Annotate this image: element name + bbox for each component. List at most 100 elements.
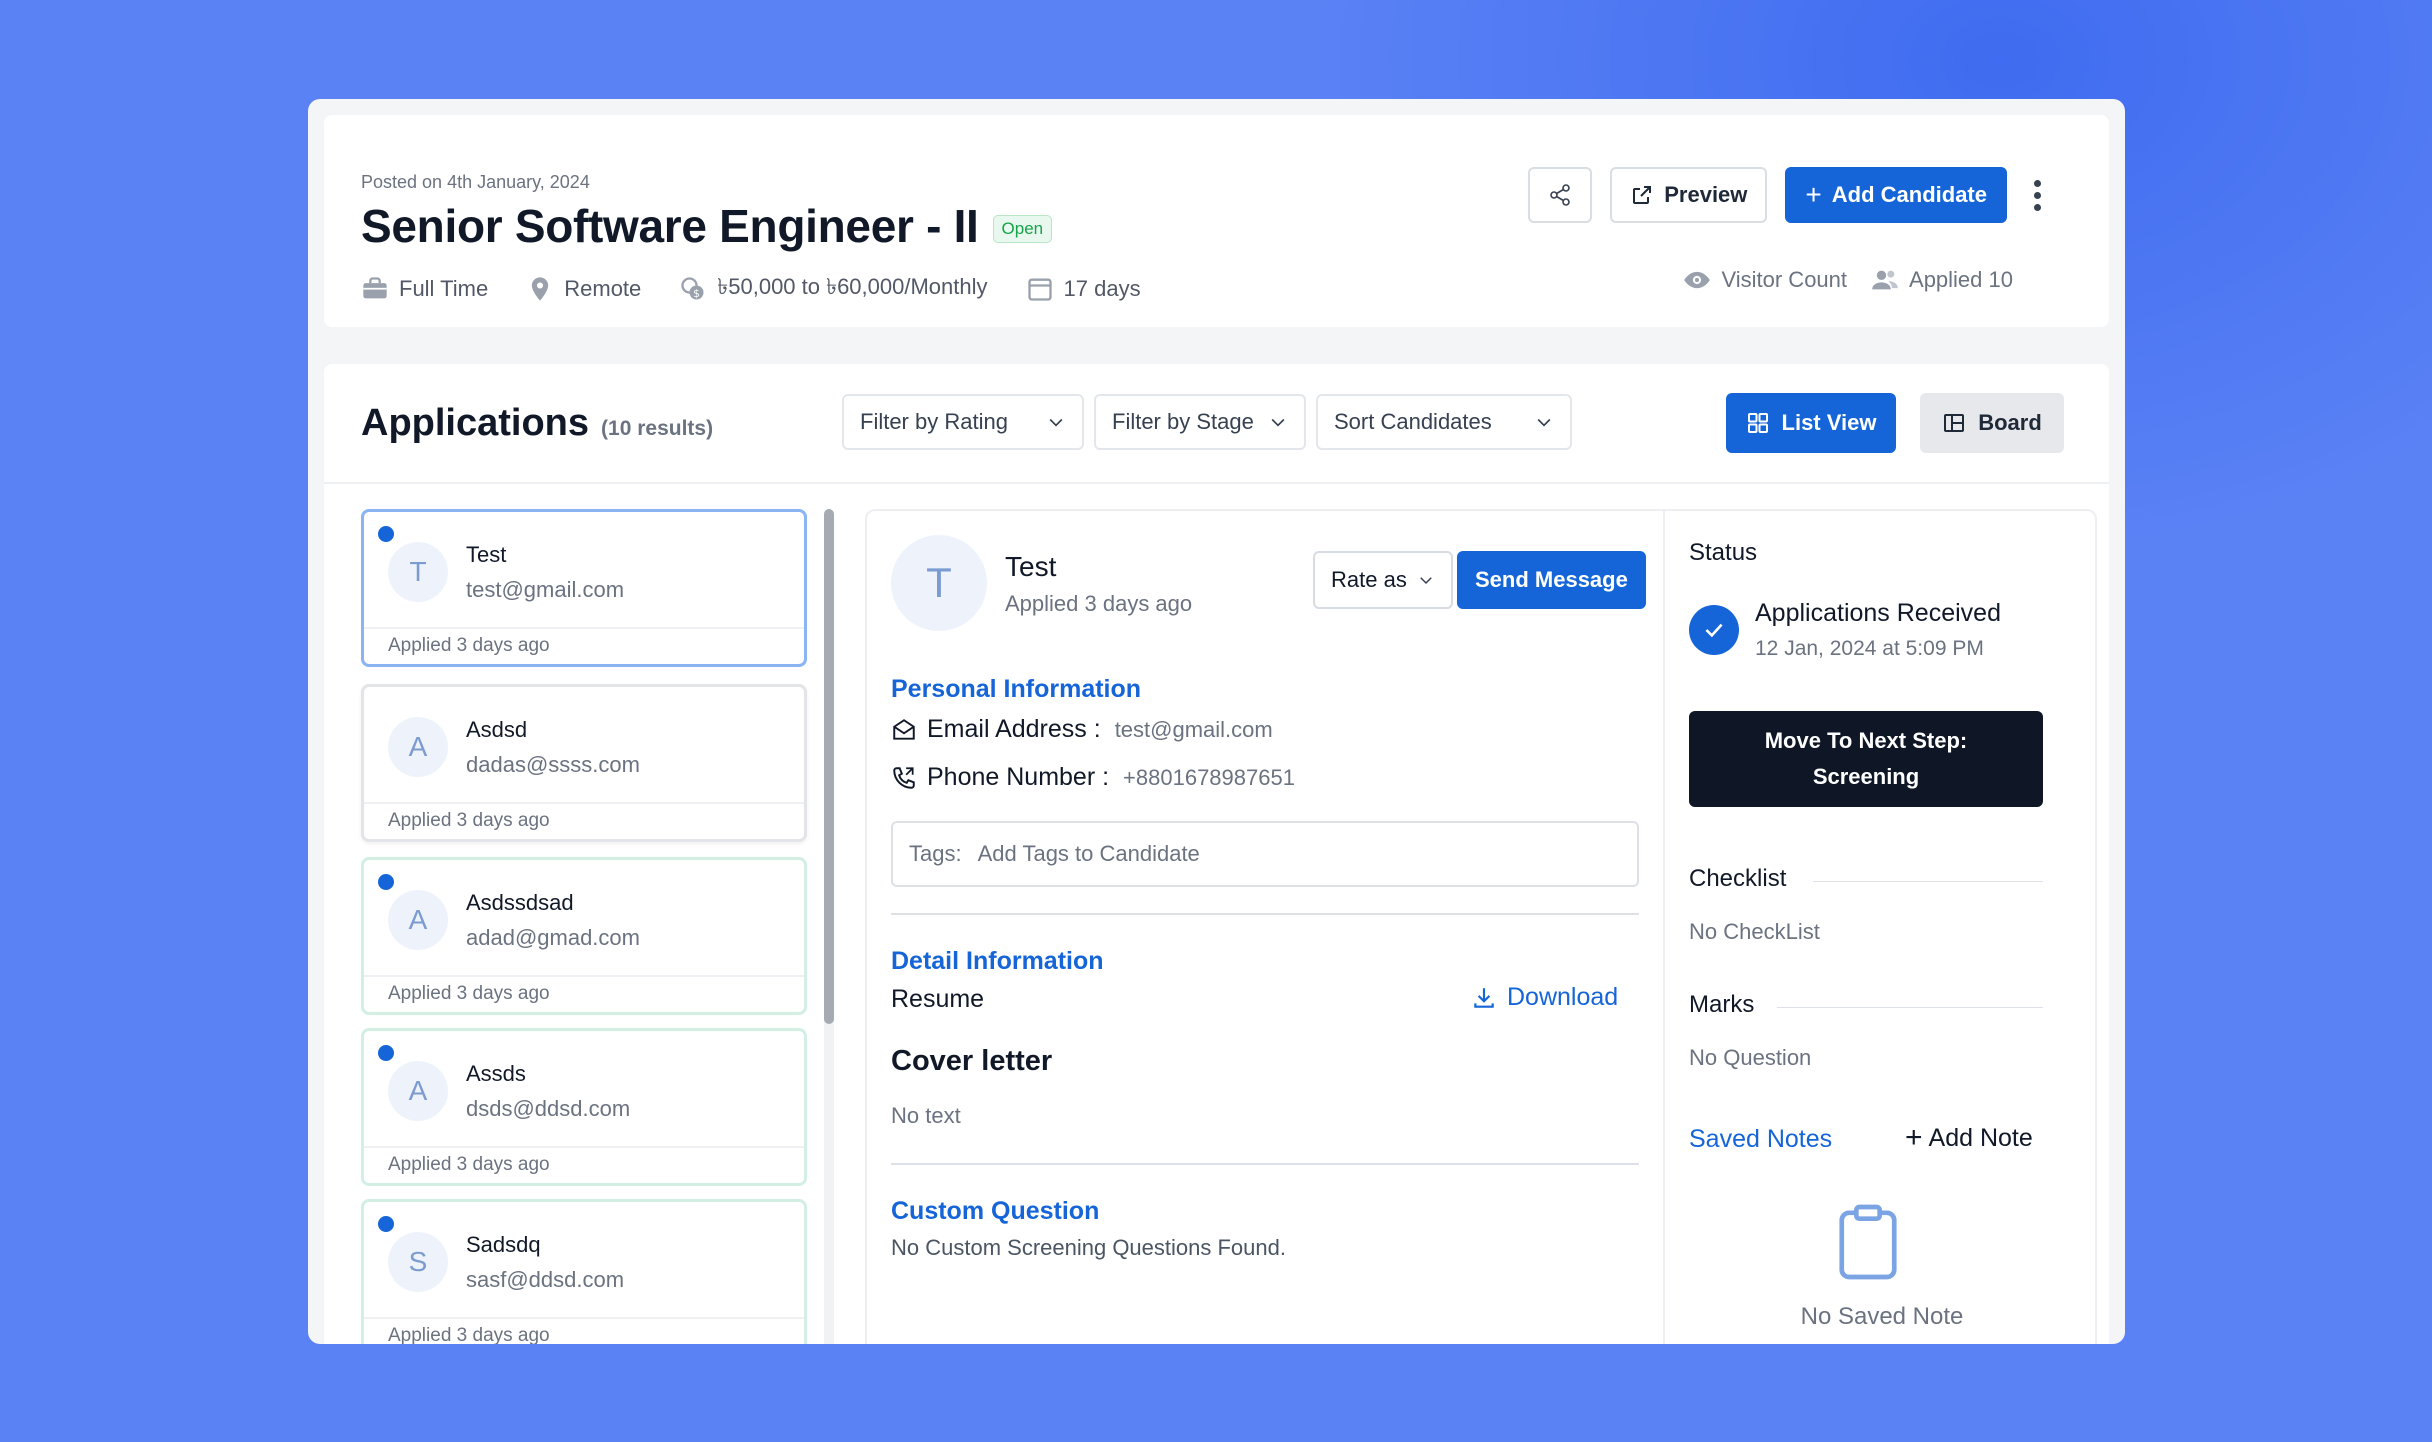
candidate-applied: Applied 3 days ago — [388, 1325, 550, 1344]
download-resume-link[interactable]: Download — [1471, 983, 1618, 1012]
send-message-button[interactable]: Send Message — [1457, 551, 1646, 609]
candidate-avatar: T — [891, 535, 987, 631]
marks-label: Marks — [1689, 991, 1755, 1018]
preview-button[interactable]: Preview — [1610, 167, 1768, 223]
candidate-name: Assds — [466, 1061, 526, 1086]
location-pin-icon — [532, 276, 549, 301]
phone-row: Phone Number : +8801678987651 — [891, 763, 1295, 792]
share-icon — [1550, 184, 1571, 206]
rate-as-dropdown[interactable]: Rate as — [1313, 551, 1453, 609]
tags-label: Tags: — [909, 841, 962, 866]
stage-time: 12 Jan, 2024 at 5:09 PM — [1755, 637, 1984, 660]
candidate-name: Test — [466, 542, 507, 567]
applications-panel: Applications (10 results) Filter by Rati… — [324, 364, 2109, 1344]
applications-title: Applications — [361, 402, 590, 444]
avatar: S — [388, 1232, 448, 1292]
job-meta: Full Time Remote $ ৳50,000 to ৳60,000/Mo… — [361, 270, 1179, 307]
candidate-card[interactable]: A Assds dsds@ddsd.com Applied 3 days ago — [361, 1028, 807, 1186]
calendar-icon — [1027, 278, 1052, 301]
filter-rating-select[interactable]: Filter by Rating — [842, 394, 1084, 450]
job-type: Full Time — [361, 275, 488, 303]
divider — [891, 1163, 1639, 1165]
divider — [1777, 1007, 2043, 1008]
phone-icon — [893, 766, 915, 789]
candidate-applied: Applied 3 days ago — [388, 983, 550, 1004]
avatar: T — [388, 542, 448, 602]
candidate-name: Sadsdq — [466, 1232, 541, 1257]
board-view-button[interactable]: Board — [1920, 393, 2064, 453]
email-row: Email Address : test@gmail.com — [891, 715, 1273, 744]
candidate-detail: T Test Applied 3 days ago Rate as Send M… — [865, 509, 2097, 1344]
preview-label: Preview — [1664, 182, 1748, 207]
svg-text:$: $ — [693, 288, 700, 300]
plus-icon: + — [1805, 179, 1822, 210]
candidate-card[interactable]: A Asdssdsad adad@gmad.com Applied 3 days… — [361, 857, 807, 1015]
share-button[interactable] — [1528, 167, 1593, 223]
job-stats: Visitor Count Applied 10 — [1683, 266, 2013, 294]
candidate-email: adad@gmad.com — [466, 925, 640, 950]
job-duration: 17 days — [1026, 275, 1141, 303]
chevron-down-icon — [1049, 418, 1063, 427]
sort-candidates-label: Sort Candidates — [1334, 409, 1492, 434]
checklist-label: Checklist — [1689, 865, 1787, 892]
candidate-email: dadas@ssss.com — [466, 752, 640, 777]
saved-notes-tab[interactable]: Saved Notes — [1689, 1125, 1832, 1154]
chevron-down-icon — [1420, 577, 1432, 585]
divider — [364, 1317, 804, 1319]
add-note-button[interactable]: + Add Note — [1905, 1123, 2033, 1153]
mail-icon — [893, 718, 915, 740]
candidate-card[interactable]: S Sadsdq sasf@ddsd.com Applied 3 days ag… — [361, 1199, 807, 1344]
board-view-label: Board — [1978, 410, 2042, 435]
filter-rating-label: Filter by Rating — [860, 409, 1008, 434]
divider — [324, 482, 2109, 484]
candidate-card[interactable]: A Asdsd dadas@ssss.com Applied 3 days ag… — [361, 684, 807, 842]
next-step-line1: Move To Next Step: — [1764, 728, 1968, 753]
notes-empty: No Saved Note — [1800, 1303, 1964, 1330]
list-view-label: List View — [1781, 410, 1877, 435]
visitor-count: Visitor Count — [1683, 266, 1847, 294]
more-options-icon[interactable] — [2025, 179, 2049, 211]
coins-icon: $ — [681, 276, 704, 300]
add-note-label: Add Note — [1928, 1123, 2033, 1152]
divider — [364, 1146, 804, 1148]
divider — [364, 975, 804, 977]
users-icon — [1872, 270, 1898, 290]
resume-label: Resume — [891, 985, 985, 1013]
candidate-email: sasf@ddsd.com — [466, 1267, 625, 1292]
custom-question-text: No Custom Screening Questions Found. — [891, 1235, 1286, 1260]
app-window: Posted on 4th January, 2024 Senior Softw… — [308, 99, 2125, 1344]
candidate-name: Asdsd — [466, 717, 528, 742]
candidate-applied: Applied 3 days ago — [388, 635, 550, 656]
candidate-card[interactable]: T Test test@gmail.com Applied 3 days ago — [361, 509, 807, 667]
sort-candidates-select[interactable]: Sort Candidates — [1316, 394, 1572, 450]
applied-count: Applied 10 — [1871, 266, 2013, 294]
job-salary: $ ৳50,000 to ৳60,000/Monthly — [679, 270, 988, 307]
detail-main: T Test Applied 3 days ago Rate as Send M… — [867, 511, 1663, 1344]
filter-stage-select[interactable]: Filter by Stage — [1094, 394, 1306, 450]
stage-name: Applications Received — [1755, 599, 2001, 627]
divider — [364, 627, 804, 629]
rate-as-label: Rate as — [1331, 567, 1407, 592]
job-duration-label: 17 days — [1063, 275, 1141, 301]
applications-heading: Applications (10 results) — [361, 402, 713, 445]
eye-icon — [1684, 271, 1711, 289]
board-icon — [1944, 414, 1965, 432]
scrollbar-thumb[interactable] — [824, 509, 834, 1024]
candidate-email: dsds@ddsd.com — [466, 1096, 631, 1121]
detail-applied: Applied 3 days ago — [1005, 591, 1193, 616]
candidate-email: test@gmail.com — [466, 577, 625, 602]
download-icon — [1474, 987, 1494, 1008]
custom-question-title: Custom Question — [891, 1197, 1100, 1225]
job-location: Remote — [526, 275, 641, 303]
add-candidate-button[interactable]: + Add Candidate — [1785, 167, 2007, 223]
grid-icon — [1747, 413, 1768, 433]
status-sidebar: Status Applications Received 12 Jan, 202… — [1663, 511, 2099, 1344]
tags-input[interactable]: Tags: Add Tags to Candidate — [891, 821, 1639, 887]
move-next-step-button[interactable]: Move To Next Step: Screening — [1689, 711, 2043, 807]
status-label: Status — [1689, 539, 1758, 566]
chevron-down-icon — [1537, 418, 1551, 427]
briefcase-icon — [363, 276, 387, 298]
unread-dot — [378, 874, 394, 890]
list-view-button[interactable]: List View — [1726, 393, 1896, 453]
candidate-applied: Applied 3 days ago — [388, 1154, 550, 1175]
